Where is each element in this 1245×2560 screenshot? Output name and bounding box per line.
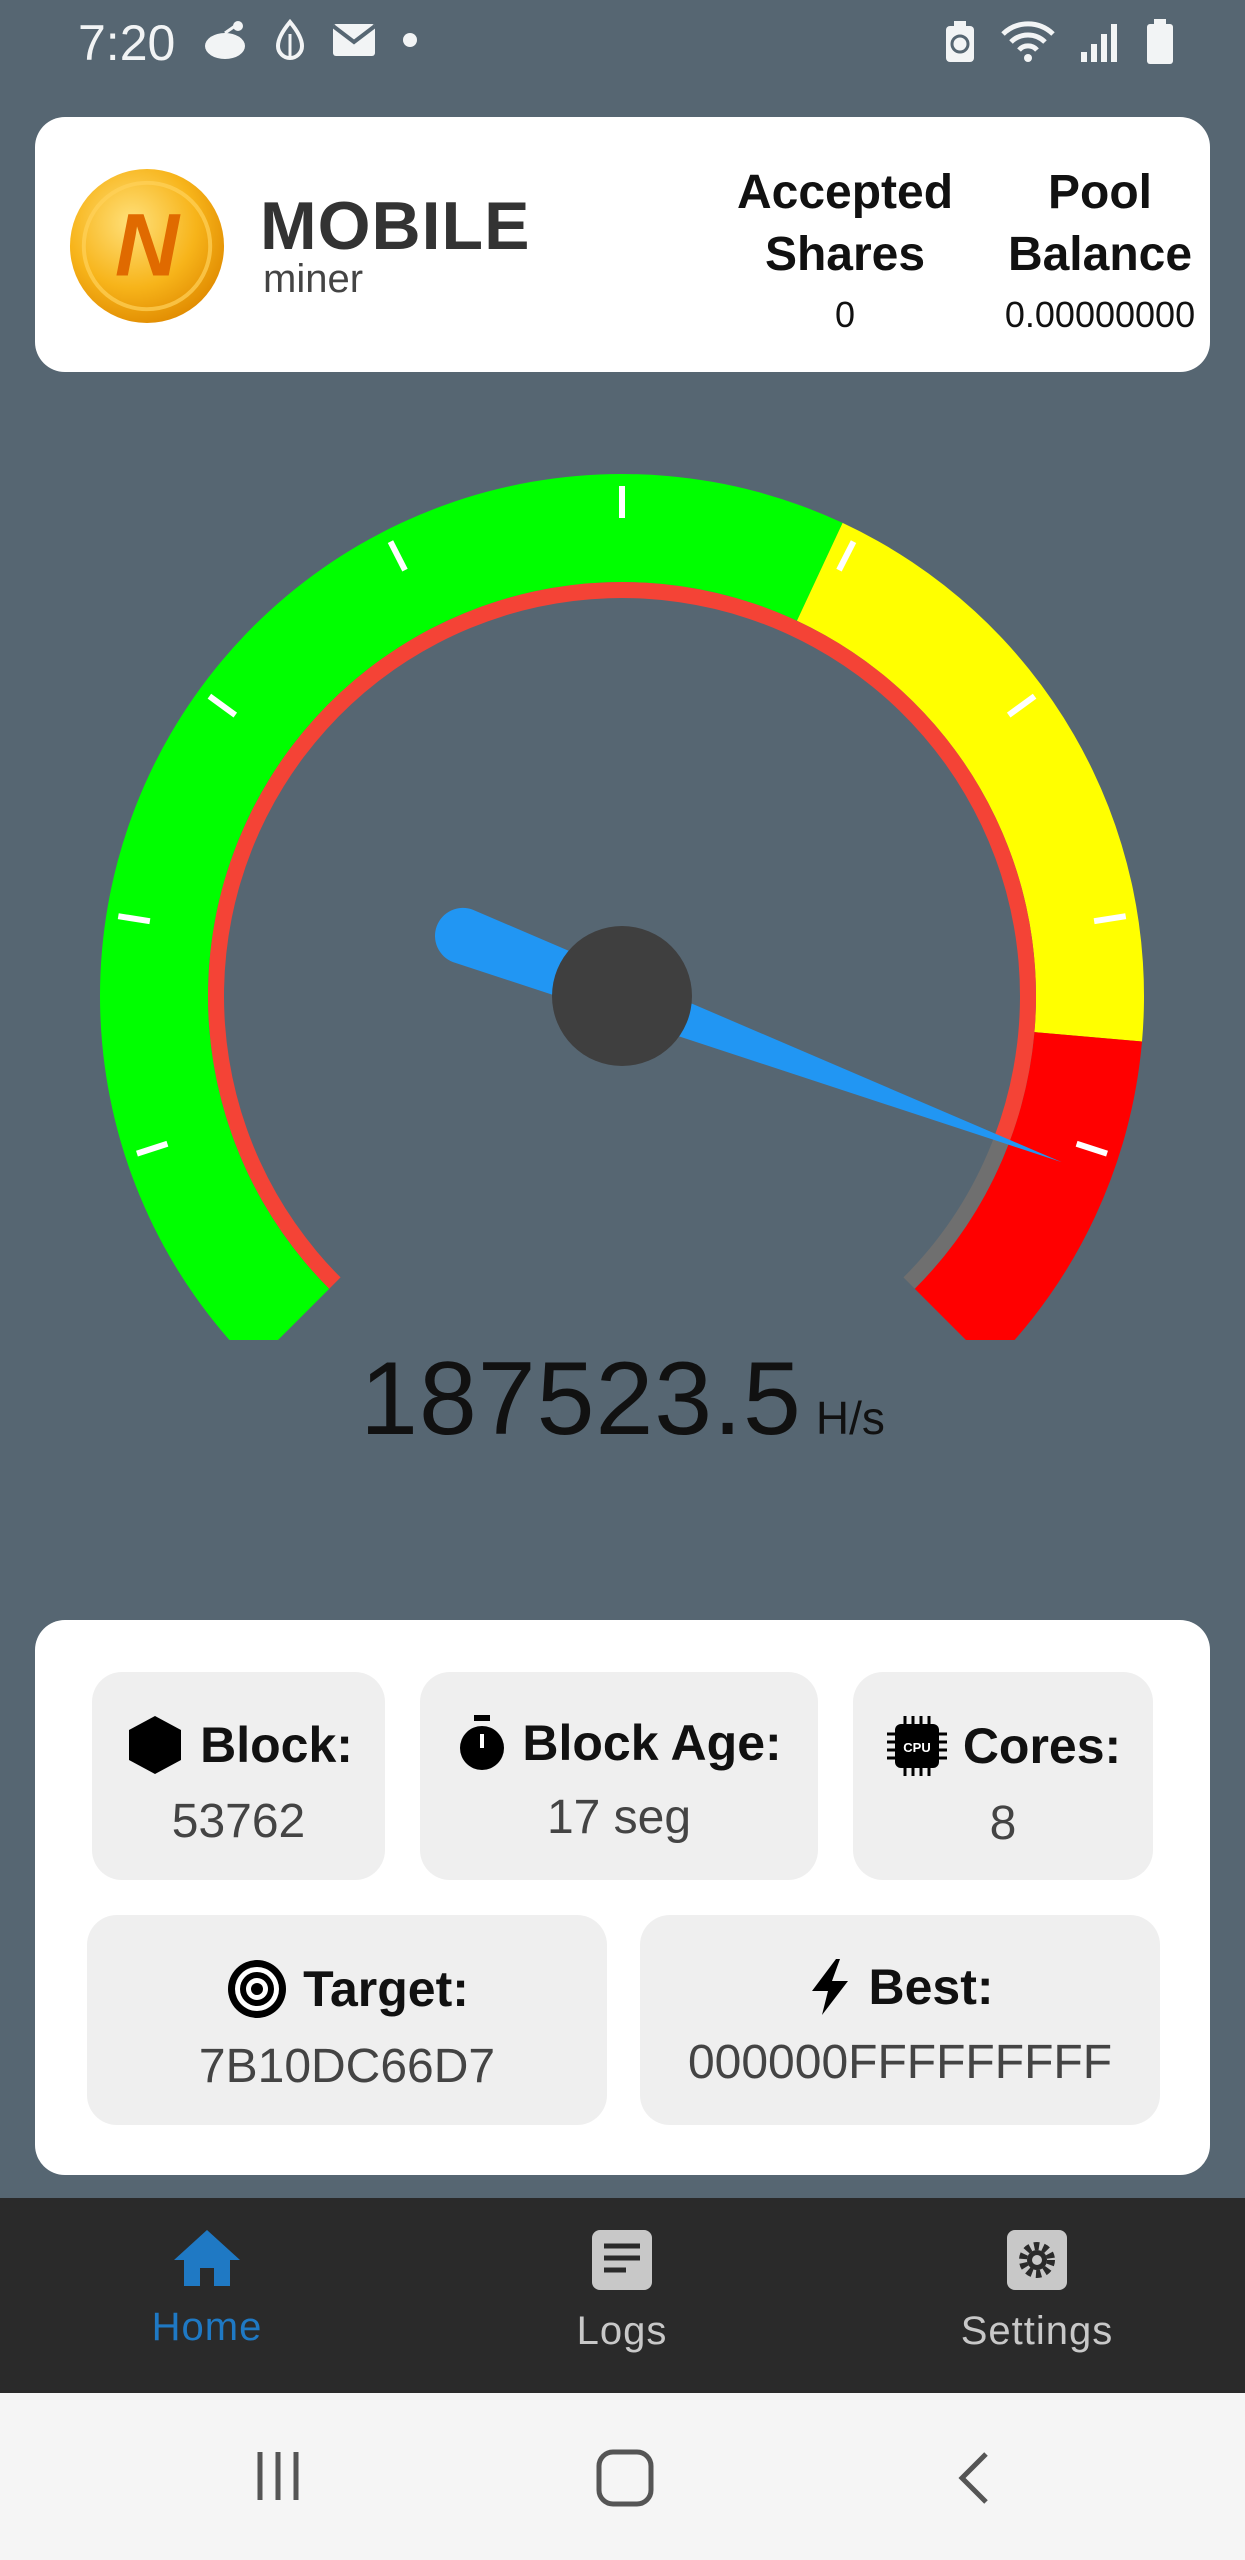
stopwatch-icon: [460, 1715, 505, 1770]
block-tile: Block: 53762: [92, 1672, 385, 1880]
home-icon: [174, 2230, 240, 2286]
block-age-value: 17 seg: [546, 1791, 692, 1844]
reddit-icon: [205, 21, 245, 59]
home-button-icon[interactable]: [595, 2448, 655, 2508]
droplet-icon: [275, 18, 305, 60]
logs-icon: [592, 2230, 652, 2290]
hashrate-unit: H/s: [815, 1392, 885, 1444]
target-tile: Target: 7B10DC66D7: [87, 1915, 607, 2125]
pool-balance-value: 0.00000000: [1004, 294, 1196, 335]
gauge-zone-red: [914, 1032, 1143, 1340]
back-icon[interactable]: [950, 2448, 1000, 2508]
gauge-arcs: [100, 473, 1144, 1340]
block-label: Block:: [200, 1717, 353, 1773]
pool-balance-stat: Pool Balance 0.00000000: [940, 162, 1245, 336]
cores-tile: CPU Cores: 8: [853, 1672, 1153, 1880]
target-label: Target:: [303, 1961, 469, 2017]
gauge-needle: [434, 907, 1062, 1163]
nav-settings[interactable]: Settings: [887, 2228, 1187, 2354]
cpu-icon: CPU: [886, 1716, 947, 1776]
status-time: 7:20: [78, 15, 176, 71]
hashrate-value: 187523.5: [360, 1341, 802, 1457]
mail-icon: [331, 24, 377, 56]
header-card: N MOBILE miner Accepted Shares 0 Pool Ba…: [35, 117, 1210, 372]
wifi-icon: [1001, 21, 1055, 62]
block-value: 53762: [171, 1795, 306, 1848]
pool-balance-label: Pool Balance: [1007, 166, 1193, 281]
hashrate-readout: 187523.5 H/s: [0, 1340, 1245, 1459]
nav-settings-label: Settings: [960, 2309, 1114, 2353]
nav-home-label: Home: [151, 2305, 263, 2349]
nav-home[interactable]: Home: [57, 2228, 357, 2350]
cores-value: 8: [989, 1797, 1017, 1850]
recent-apps-icon[interactable]: [250, 2448, 306, 2504]
block-age-label: Block Age:: [522, 1715, 782, 1771]
status-bar: 7:20: [0, 0, 1245, 90]
target-icon: [228, 1960, 287, 2018]
dot-icon: [403, 33, 417, 47]
battery-icon: [1147, 19, 1173, 64]
lightning-icon: [812, 1959, 849, 2015]
brand-subtitle: miner: [263, 257, 364, 301]
gear-icon: [1007, 2230, 1067, 2290]
brand-title: MOBILE: [260, 188, 531, 264]
cores-label: Cores:: [962, 1718, 1122, 1774]
block-age-tile: Block Age: 17 seg: [420, 1672, 818, 1880]
gauge-hub: [552, 926, 692, 1066]
hashrate-gauge: [100, 473, 1144, 1340]
battery-saver-icon: [946, 21, 974, 62]
best-label: Best:: [868, 1959, 994, 2015]
hexagon-icon: [129, 1716, 182, 1774]
info-card: Block: 53762 Block Age: 17 seg CPU Cores…: [35, 1620, 1210, 2175]
logo-letter: N: [115, 196, 181, 295]
logo-coin-icon: N: [69, 168, 225, 324]
target-value: 7B10DC66D7: [198, 2040, 496, 2093]
gauge-needle-pointer: [434, 907, 1062, 1163]
best-tile: Best: 000000FFFFFFFFF: [640, 1915, 1160, 2125]
nav-logs[interactable]: Logs: [472, 2228, 772, 2354]
system-nav-bar: [0, 2393, 1245, 2560]
best-value: 000000FFFFFFFFF: [687, 2036, 1113, 2089]
cpu-chip-text: CPU: [903, 1740, 930, 1755]
bottom-nav: Home Logs Settings: [0, 2198, 1245, 2393]
signal-icon: [1081, 24, 1117, 62]
nav-logs-label: Logs: [576, 2309, 668, 2353]
